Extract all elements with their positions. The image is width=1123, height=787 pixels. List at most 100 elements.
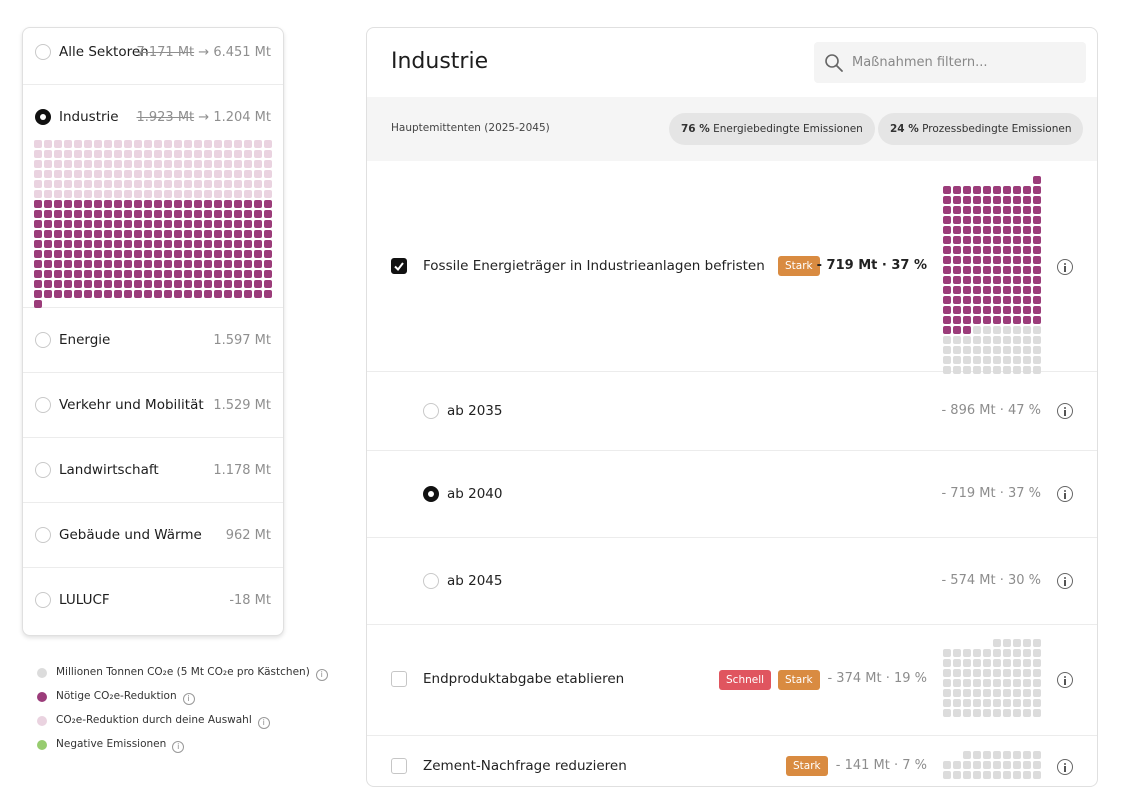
info-icon[interactable]	[1057, 672, 1073, 688]
info-icon[interactable]: i	[257, 717, 270, 729]
waffle-box-emissions	[993, 639, 1001, 647]
info-icon[interactable]	[1057, 259, 1073, 275]
waffle-box-emissions	[943, 761, 951, 769]
option-radio-selected[interactable]	[423, 486, 439, 502]
waffle-box-needed-reduction	[84, 240, 92, 248]
waffle-box-selected-reduction	[254, 190, 262, 198]
waffle-box-needed-reduction	[34, 200, 42, 208]
info-icon[interactable]: i	[172, 741, 185, 753]
waffle-box-reduction	[1033, 246, 1041, 254]
waffle-box-needed-reduction	[134, 290, 142, 298]
waffle-box-selected-reduction	[234, 160, 242, 168]
waffle-box-emissions	[1023, 326, 1031, 334]
info-icon[interactable]	[1057, 403, 1073, 419]
option-row-2040[interactable]: ab 2040 - 719 Mt · 37 %	[367, 451, 1097, 538]
waffle-box-reduction	[1033, 276, 1041, 284]
waffle-box-emissions	[1023, 669, 1031, 677]
info-icon[interactable]: i	[315, 669, 328, 681]
sector-item-landwirtschaft[interactable]: Landwirtschaft 1.178 Mt	[23, 438, 283, 503]
measure-checkbox-checked[interactable]	[391, 258, 407, 274]
option-row-2035[interactable]: ab 2035 - 896 Mt · 47 %	[367, 372, 1097, 451]
waffle-box-reduction	[983, 256, 991, 264]
info-icon[interactable]	[1057, 759, 1073, 775]
waffle-box-needed-reduction	[154, 280, 162, 288]
waffle-box-needed-reduction	[104, 230, 112, 238]
waffle-box-needed-reduction	[234, 260, 242, 268]
waffle-box-needed-reduction	[74, 260, 82, 268]
waffle-box-emissions	[1023, 679, 1031, 687]
waffle-box-selected-reduction	[84, 140, 92, 148]
waffle-box-selected-reduction	[234, 140, 242, 148]
option-row-2045[interactable]: ab 2045 - 574 Mt · 30 %	[367, 538, 1097, 625]
waffle-box-emissions	[1023, 761, 1031, 769]
option-radio[interactable]	[423, 573, 439, 589]
waffle-box-needed-reduction	[224, 250, 232, 258]
waffle-box-emissions	[953, 356, 961, 364]
sector-radio[interactable]	[35, 332, 51, 348]
waffle-box-emissions	[983, 699, 991, 707]
waffle-box-needed-reduction	[174, 210, 182, 218]
measure-row-fossile[interactable]: Fossile Energieträger in Industrieanlage…	[367, 161, 1097, 374]
waffle-box-needed-reduction	[134, 200, 142, 208]
waffle-box-needed-reduction	[254, 250, 262, 258]
sector-radio[interactable]	[35, 527, 51, 543]
waffle-box-reduction	[1033, 236, 1041, 244]
waffle-box-needed-reduction	[144, 290, 152, 298]
waffle-box-selected-reduction	[174, 160, 182, 168]
option-radio[interactable]	[423, 403, 439, 419]
measure-row-zement[interactable]: Zement-Nachfrage reduzieren Stark - 141 …	[367, 736, 1097, 786]
waffle-box-selected-reduction	[174, 190, 182, 198]
waffle-box-reduction	[1013, 246, 1021, 254]
sector-item-industrie[interactable]: Industrie 1.923 Mt → 1.204 Mt	[23, 85, 283, 308]
waffle-empty-slot	[983, 176, 991, 184]
measure-checkbox[interactable]	[391, 671, 407, 687]
waffle-box-selected-reduction	[144, 150, 152, 158]
waffle-box-reduction	[943, 236, 951, 244]
info-icon[interactable]	[1057, 573, 1073, 589]
waffle-box-needed-reduction	[234, 250, 242, 258]
waffle-box-emissions	[953, 689, 961, 697]
waffle-box-emissions	[973, 649, 981, 657]
sector-radio[interactable]	[35, 44, 51, 60]
waffle-box-needed-reduction	[224, 270, 232, 278]
waffle-box-reduction	[1013, 236, 1021, 244]
info-icon[interactable]	[1057, 486, 1073, 502]
waffle-box-emissions	[973, 336, 981, 344]
waffle-box-emissions	[1013, 689, 1021, 697]
waffle-box-reduction	[1013, 276, 1021, 284]
waffle-box-needed-reduction	[114, 280, 122, 288]
waffle-box-selected-reduction	[134, 140, 142, 148]
sector-label: Gebäude und Wärme	[59, 527, 202, 543]
waffle-box-needed-reduction	[84, 270, 92, 278]
waffle-box-emissions	[973, 326, 981, 334]
waffle-box-emissions	[953, 346, 961, 354]
waffle-box-emissions	[1033, 649, 1041, 657]
waffle-box-needed-reduction	[194, 260, 202, 268]
waffle-box-needed-reduction	[234, 230, 242, 238]
sector-item-energie[interactable]: Energie 1.597 Mt	[23, 308, 283, 373]
waffle-box-reduction	[1023, 216, 1031, 224]
waffle-box-needed-reduction	[234, 200, 242, 208]
info-icon[interactable]: i	[182, 693, 195, 705]
sector-item-lulucf[interactable]: LULUCF -18 Mt	[23, 568, 283, 635]
waffle-box-selected-reduction	[264, 170, 272, 178]
waffle-box-emissions	[993, 659, 1001, 667]
measure-row-endproduktabgabe[interactable]: Endproduktabgabe etablieren Schnell Star…	[367, 625, 1097, 736]
waffle-box-needed-reduction	[204, 230, 212, 238]
sector-item-verkehr[interactable]: Verkehr und Mobilität 1.529 Mt	[23, 373, 283, 438]
waffle-box-needed-reduction	[154, 220, 162, 228]
sector-radio[interactable]	[35, 397, 51, 413]
waffle-box-selected-reduction	[84, 170, 92, 178]
waffle-box-needed-reduction	[204, 260, 212, 268]
search-box[interactable]	[814, 42, 1086, 83]
waffle-box-needed-reduction	[114, 230, 122, 238]
measure-checkbox[interactable]	[391, 758, 407, 774]
waffle-box-emissions	[943, 709, 951, 717]
search-input[interactable]	[852, 42, 1080, 83]
sector-radio-selected[interactable]	[35, 109, 51, 125]
sector-item-gebaeude[interactable]: Gebäude und Wärme 962 Mt	[23, 503, 283, 568]
sector-item-alle-sektoren[interactable]: Alle Sektoren 7.171 Mt → 6.451 Mt	[23, 28, 283, 85]
sector-radio[interactable]	[35, 592, 51, 608]
waffle-box-emissions	[1013, 709, 1021, 717]
sector-radio[interactable]	[35, 462, 51, 478]
